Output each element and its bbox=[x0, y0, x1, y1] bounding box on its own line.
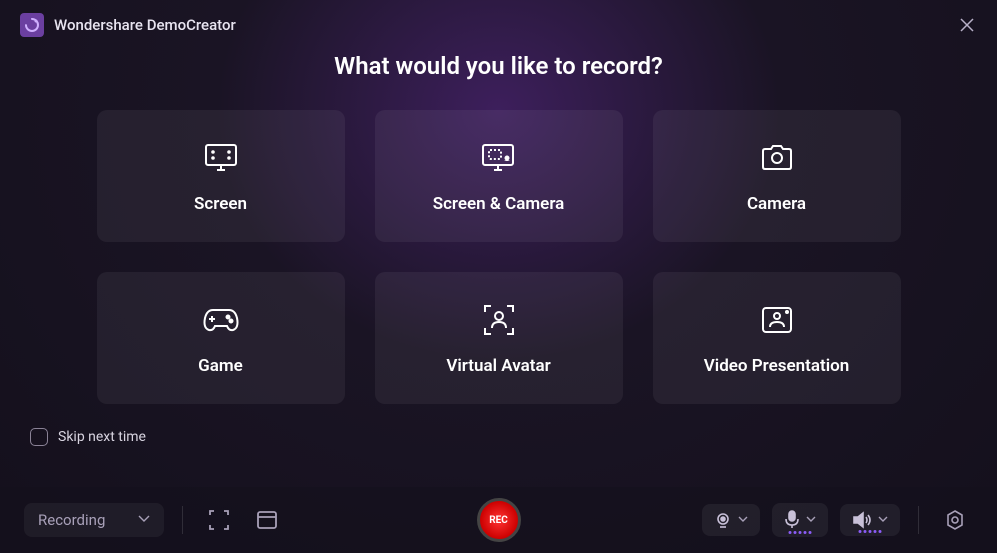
option-virtual-avatar[interactable]: Virtual Avatar bbox=[375, 272, 623, 404]
chevron-down-icon bbox=[138, 515, 150, 526]
divider bbox=[182, 506, 183, 534]
video-presentation-icon bbox=[757, 300, 797, 340]
skip-checkbox[interactable] bbox=[30, 428, 48, 446]
app-title: Wondershare DemoCreator bbox=[54, 16, 236, 34]
mode-select[interactable]: Recording bbox=[24, 503, 164, 537]
screen-icon bbox=[201, 138, 241, 178]
record-button[interactable]: REC bbox=[477, 498, 521, 542]
chevron-down-icon bbox=[878, 515, 888, 526]
titlebar-left: Wondershare DemoCreator bbox=[20, 13, 236, 37]
chevron-down-icon bbox=[806, 515, 816, 526]
game-icon bbox=[201, 300, 241, 340]
speaker-indicator bbox=[859, 530, 882, 533]
webcam-toggle[interactable] bbox=[702, 504, 760, 536]
option-label: Screen & Camera bbox=[433, 194, 565, 214]
option-camera[interactable]: Camera bbox=[653, 110, 901, 242]
window-button[interactable] bbox=[249, 502, 285, 538]
speaker-toggle[interactable] bbox=[840, 504, 900, 536]
crop-screen-button[interactable] bbox=[201, 502, 237, 538]
main-heading: What would you like to record? bbox=[0, 52, 997, 80]
option-video-presentation[interactable]: Video Presentation bbox=[653, 272, 901, 404]
option-label: Camera bbox=[747, 194, 806, 214]
microphone-toggle[interactable] bbox=[772, 503, 828, 537]
options-grid: Screen Screen & Camera Camera Game Virtu… bbox=[0, 110, 997, 404]
option-label: Video Presentation bbox=[704, 356, 850, 376]
option-game[interactable]: Game bbox=[97, 272, 345, 404]
option-screen[interactable]: Screen bbox=[97, 110, 345, 242]
record-label: REC bbox=[489, 515, 508, 526]
titlebar: Wondershare DemoCreator bbox=[0, 0, 997, 46]
option-screen-camera[interactable]: Screen & Camera bbox=[375, 110, 623, 242]
skip-label: Skip next time bbox=[58, 429, 146, 445]
camera-icon bbox=[757, 138, 797, 178]
screen-camera-icon bbox=[479, 138, 519, 178]
divider bbox=[918, 506, 919, 534]
option-label: Screen bbox=[194, 194, 247, 214]
close-button[interactable] bbox=[957, 15, 977, 35]
virtual-avatar-icon bbox=[479, 300, 519, 340]
mic-indicator bbox=[789, 531, 812, 534]
settings-button[interactable] bbox=[937, 502, 973, 538]
skip-row: Skip next time bbox=[0, 404, 997, 446]
mode-label: Recording bbox=[38, 511, 105, 529]
option-label: Game bbox=[198, 356, 243, 376]
option-label: Virtual Avatar bbox=[446, 356, 550, 376]
chevron-down-icon bbox=[738, 515, 748, 526]
bottom-bar: Recording REC bbox=[0, 487, 997, 553]
app-logo-icon bbox=[20, 13, 44, 37]
